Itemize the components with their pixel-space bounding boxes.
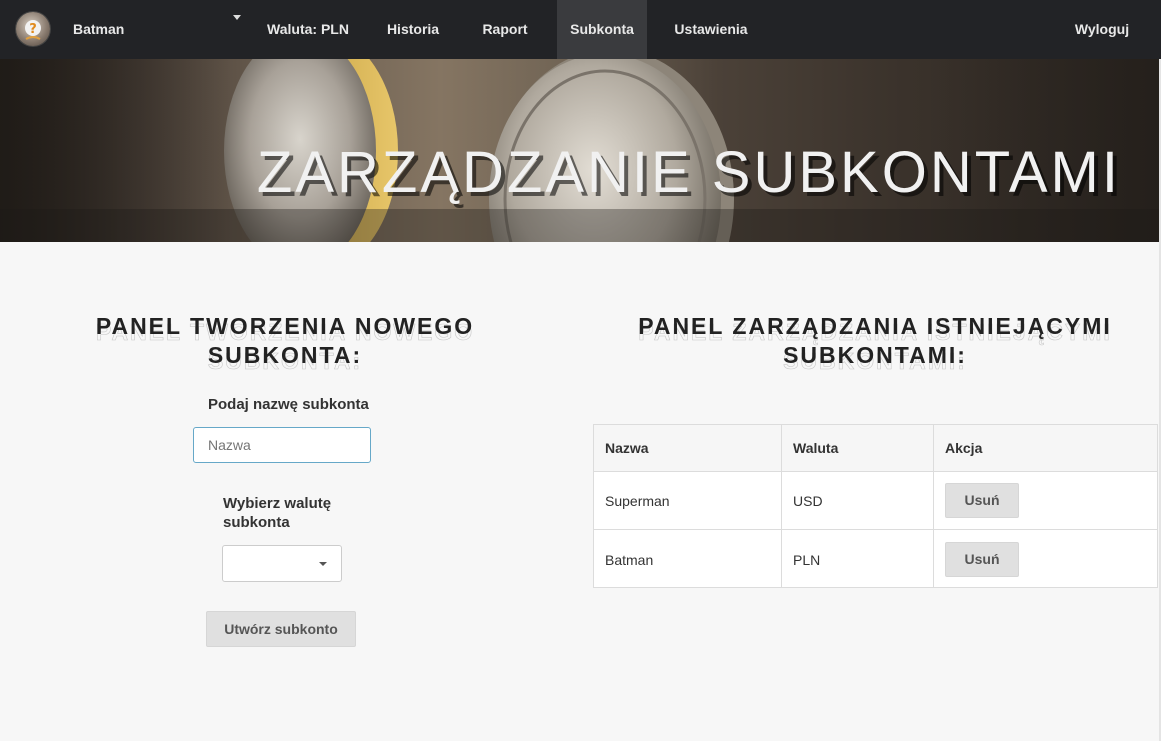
currency-label-line1: Wybierz walutę: [223, 495, 332, 512]
column-divider: [781, 425, 782, 587]
caret-down-icon: [319, 562, 327, 566]
currency-select[interactable]: [222, 545, 342, 582]
user-avatar[interactable]: ?: [16, 12, 50, 46]
manage-panel-title-line2: SUBKONTAMI:: [783, 342, 967, 368]
page-title: ZARZĄDZANIE SUBKONTAMI: [256, 140, 1121, 205]
subaccount-name-input[interactable]: [193, 427, 371, 463]
table-cell-name: Superman: [605, 493, 670, 509]
currency-label-line2: subkonta: [223, 514, 290, 531]
create-panel-title: PANEL TWORZENIA NOWEGO SUBKONTA: PANEL T…: [30, 312, 540, 374]
currency-label: Wybierz walutę subkonta: [223, 494, 363, 532]
row-divider: [594, 529, 1157, 530]
subaccounts-table: Nazwa Waluta Akcja Superman USD Usuń Bat…: [593, 424, 1158, 588]
nav-subaccounts[interactable]: Subkonta: [557, 0, 647, 59]
top-navbar: ? Batman Waluta: PLN Historia Raport Sub…: [0, 0, 1161, 59]
table-header: [594, 425, 1157, 472]
column-header-currency: Waluta: [793, 440, 839, 456]
column-header-name: Nazwa: [605, 440, 649, 456]
svg-text:?: ?: [29, 22, 37, 37]
manage-panel-title: PANEL ZARZĄDZANIA ISTNIEJĄCYMI SUBKONTAMI…: [620, 312, 1130, 374]
logout-link[interactable]: Wyloguj: [1064, 0, 1140, 59]
nav-settings[interactable]: Ustawienia: [664, 0, 758, 59]
name-label: Podaj nazwę subkonta: [208, 396, 369, 413]
table-cell-currency: PLN: [793, 552, 821, 568]
create-subaccount-button[interactable]: Utwórz subkonto: [206, 611, 356, 647]
question-mark-icon: ?: [25, 20, 41, 40]
delete-button[interactable]: Usuń: [945, 483, 1019, 518]
delete-button[interactable]: Usuń: [945, 542, 1019, 577]
nav-report[interactable]: Raport: [470, 0, 540, 59]
table-cell-currency: USD: [793, 493, 823, 509]
table-cell-name: Batman: [605, 552, 654, 568]
nav-history[interactable]: Historia: [376, 0, 450, 59]
caret-down-icon[interactable]: [233, 15, 241, 20]
user-name[interactable]: Batman: [73, 21, 124, 37]
column-header-action: Akcja: [945, 440, 983, 456]
manage-panel-title-line1: PANEL ZARZĄDZANIA ISTNIEJĄCYMI: [638, 313, 1112, 339]
column-divider: [933, 425, 934, 587]
nav-currency[interactable]: Waluta: PLN: [256, 0, 360, 59]
hero-banner: ZARZĄDZANIE SUBKONTAMI: [0, 59, 1159, 242]
